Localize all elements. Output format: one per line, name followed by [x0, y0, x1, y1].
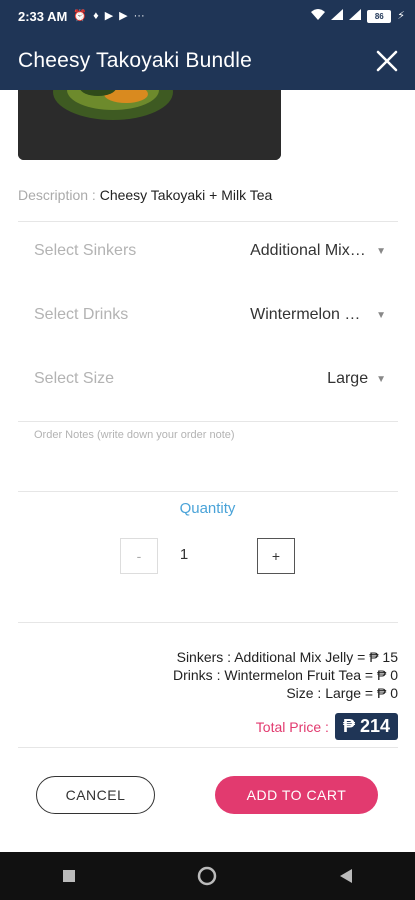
select-size-value-wrap: Large ▼: [327, 370, 386, 388]
signal-icon: [331, 9, 344, 23]
home-icon: [198, 866, 217, 886]
quantity-decrease-button[interactable]: -: [120, 538, 158, 574]
select-size-value: Large: [327, 370, 369, 387]
select-drinks-label: Select Drinks: [34, 306, 129, 323]
description-value: Cheesy Takoyaki + Milk Tea: [99, 187, 273, 203]
select-sinkers-label: Select Sinkers: [34, 242, 137, 259]
select-sinkers-value: Additional Mix Jelly: [250, 242, 368, 259]
order-notes-input[interactable]: [34, 429, 386, 479]
charging-icon: ⚡: [397, 9, 405, 22]
youtube-icon: ▶: [119, 9, 128, 22]
quantity-value: 1: [179, 546, 189, 563]
recents-icon: [63, 870, 76, 882]
recents-button[interactable]: [49, 856, 89, 896]
description-label: Description :: [18, 187, 100, 203]
status-time: 2:33 AM: [18, 8, 68, 24]
dropdown-arrow-icon: ▼: [376, 373, 386, 385]
notification-icon: ♦: [93, 9, 99, 22]
select-drinks-value: Wintermelon Fruit Tea: [250, 306, 369, 323]
summary-drinks: Drinks : Wintermelon Fruit Tea = ₱ 0: [173, 667, 398, 683]
divider: [18, 747, 398, 748]
back-button[interactable]: [326, 856, 366, 896]
description: Description : Cheesy Takoyaki + Milk Tea: [18, 187, 398, 203]
close-button[interactable]: [373, 47, 401, 75]
divider: [18, 491, 398, 492]
select-drinks[interactable]: Select Drinks Wintermelon Fruit Tea ▼: [34, 300, 386, 330]
select-size[interactable]: Select Size Large ▼: [34, 364, 386, 394]
select-drinks-value-wrap: Wintermelon Fruit Tea ▼: [250, 306, 386, 324]
divider: [18, 221, 398, 222]
navigation-bar: [0, 852, 415, 900]
product-image: [18, 90, 281, 160]
status-bar: 2:33 AM ⏰ ♦ ▶ ▶ ··· 86 ⚡: [0, 0, 415, 32]
total-price-label: Total Price :: [255, 718, 329, 735]
page-title: Cheesy Takoyaki Bundle: [18, 49, 252, 72]
youtube-icon: ▶: [104, 9, 114, 22]
select-sinkers-value-wrap: Additional Mix Jelly ▼: [250, 242, 386, 260]
close-icon: [376, 50, 398, 72]
dropdown-arrow-icon: ▼: [376, 245, 386, 257]
more-icon: ···: [133, 9, 145, 22]
home-button[interactable]: [187, 856, 227, 896]
signal-icon: [349, 9, 362, 23]
status-right: 86 ⚡: [311, 9, 405, 23]
summary-sinkers: Sinkers : Additional Mix Jelly = ₱ 15: [176, 649, 398, 665]
status-left: 2:33 AM ⏰ ♦ ▶ ▶ ···: [18, 9, 145, 24]
select-sinkers[interactable]: Select Sinkers Additional Mix Jelly ▼: [34, 236, 386, 266]
select-size-label: Select Size: [34, 370, 115, 387]
back-icon: [339, 869, 352, 883]
price-summary: Sinkers : Additional Mix Jelly = ₱ 15 Dr…: [173, 648, 398, 702]
total-price-badge: ₱ 214: [334, 713, 398, 740]
total-row: Total Price : ₱ 214: [256, 713, 398, 740]
currency-symbol: ₱: [342, 716, 355, 736]
app-header: Cheesy Takoyaki Bundle: [0, 32, 415, 90]
alarm-icon: ⏰: [73, 9, 88, 22]
wifi-icon: [311, 9, 326, 23]
dropdown-arrow-icon: ▼: [376, 309, 386, 321]
quantity-increase-button[interactable]: +: [257, 538, 295, 574]
add-to-cart-button[interactable]: ADD TO CART: [215, 776, 378, 814]
quantity-label: Quantity: [179, 500, 236, 517]
divider: [18, 622, 398, 623]
summary-size: Size : Large = ₱ 0: [286, 685, 398, 701]
total-price-amount: 214: [359, 716, 390, 736]
cancel-button[interactable]: CANCEL: [36, 776, 155, 814]
battery-icon: 86: [367, 9, 392, 23]
divider: [18, 421, 398, 422]
